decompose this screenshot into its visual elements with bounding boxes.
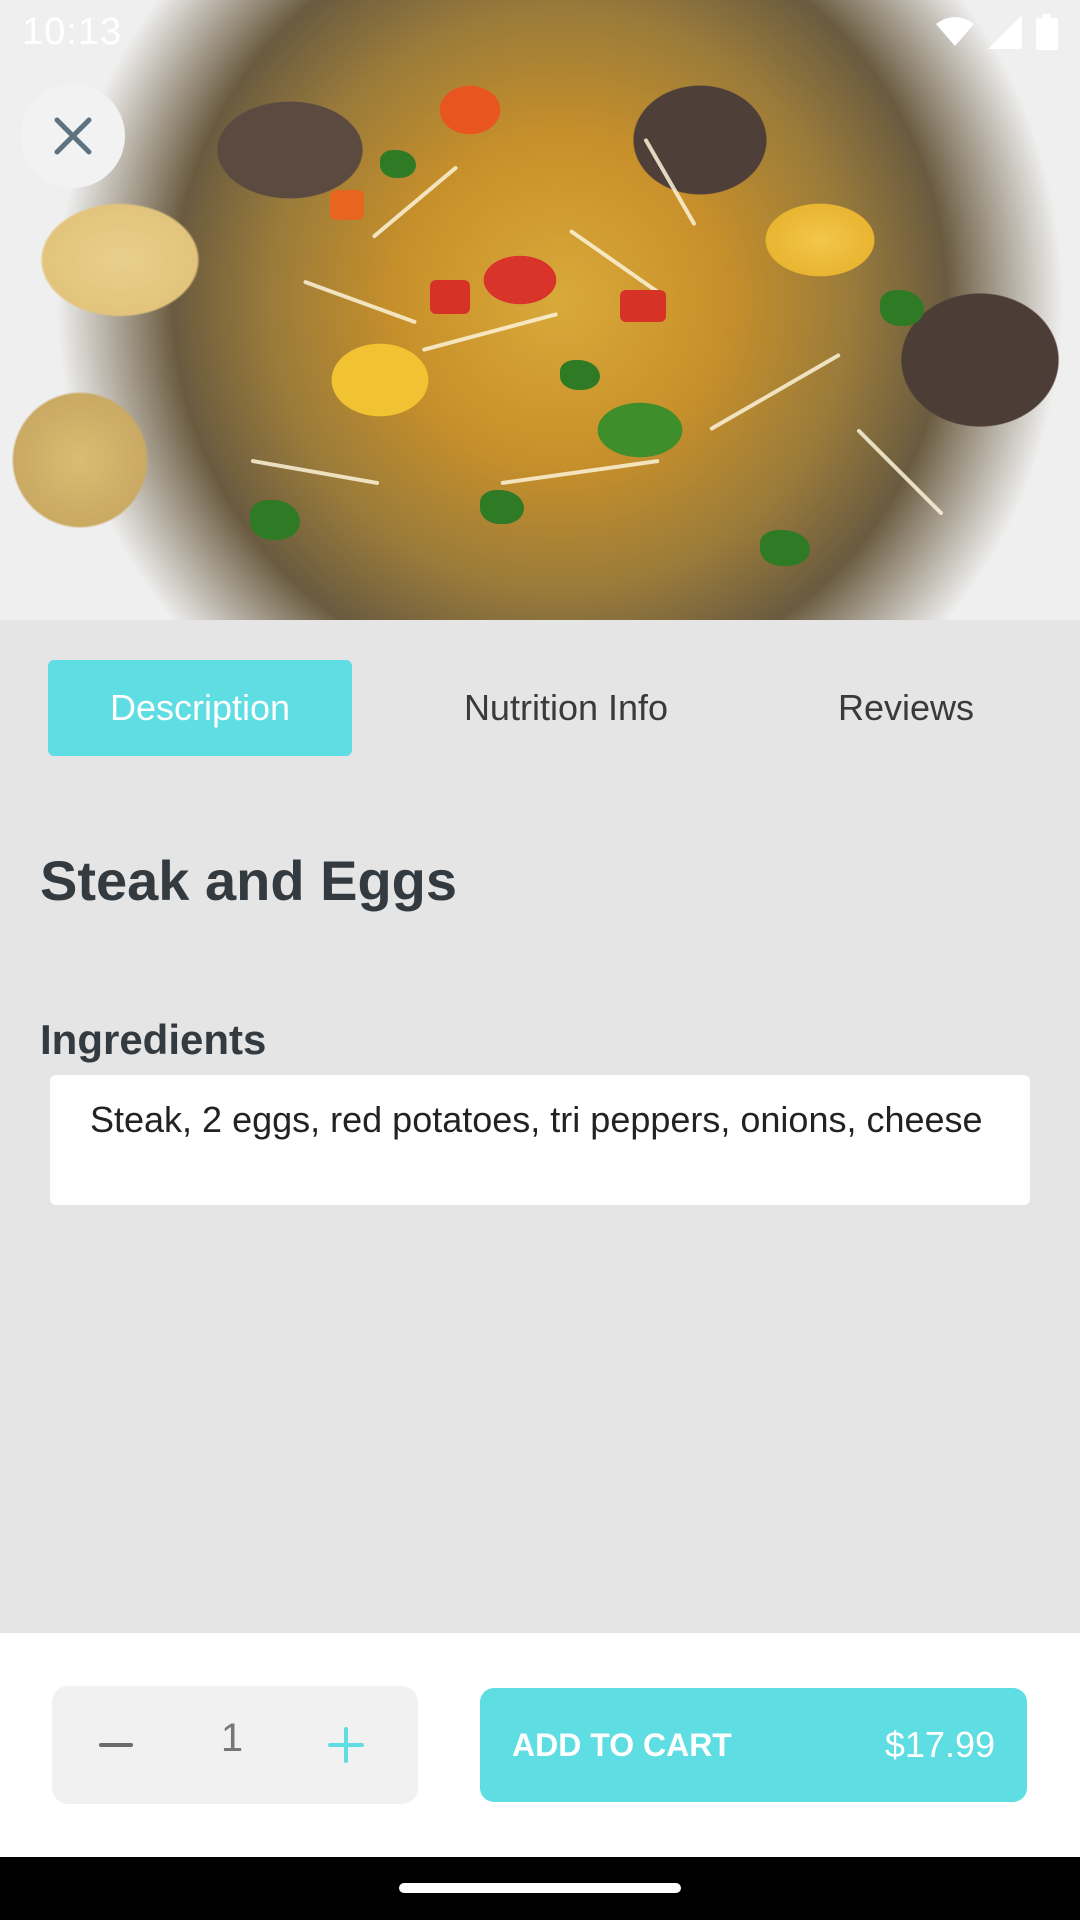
- quantity-value: 1: [220, 1716, 244, 1760]
- status-time: 10:13: [22, 10, 123, 53]
- home-handle[interactable]: [399, 1883, 681, 1893]
- add-to-cart-label: ADD TO CART: [512, 1726, 732, 1763]
- ingredients-text: Steak, 2 eggs, red potatoes, tri peppers…: [50, 1075, 1030, 1205]
- signal-icon: [988, 15, 1022, 49]
- status-bar: 10:13: [0, 0, 1080, 64]
- decrease-quantity-button[interactable]: [86, 1715, 146, 1775]
- dish-photo: [0, 0, 1080, 620]
- plus-icon: [328, 1727, 364, 1763]
- wifi-icon: [936, 17, 974, 46]
- add-to-cart-button[interactable]: ADD TO CART $17.99: [480, 1688, 1027, 1802]
- quantity-stepper: 1: [52, 1686, 418, 1804]
- tab-description[interactable]: Description: [48, 660, 352, 756]
- battery-icon: [1036, 14, 1058, 50]
- ingredients-label: Ingredients: [40, 1016, 267, 1063]
- minus-icon: [99, 1743, 133, 1747]
- dish-title: Steak and Eggs: [40, 849, 458, 912]
- increase-quantity-button[interactable]: [316, 1715, 376, 1775]
- status-icons: [936, 14, 1058, 50]
- system-navigation-bar: [0, 1857, 1080, 1920]
- order-bar: 1 ADD TO CART $17.99: [0, 1633, 1080, 1857]
- close-icon: [54, 117, 92, 155]
- tab-reviews[interactable]: Reviews: [800, 660, 1012, 756]
- close-button[interactable]: [21, 84, 125, 188]
- tab-nutrition-info[interactable]: Nutrition Info: [430, 660, 702, 756]
- price-label: $17.99: [884, 1724, 995, 1765]
- tab-bar: Description Nutrition Info Reviews: [0, 660, 1080, 756]
